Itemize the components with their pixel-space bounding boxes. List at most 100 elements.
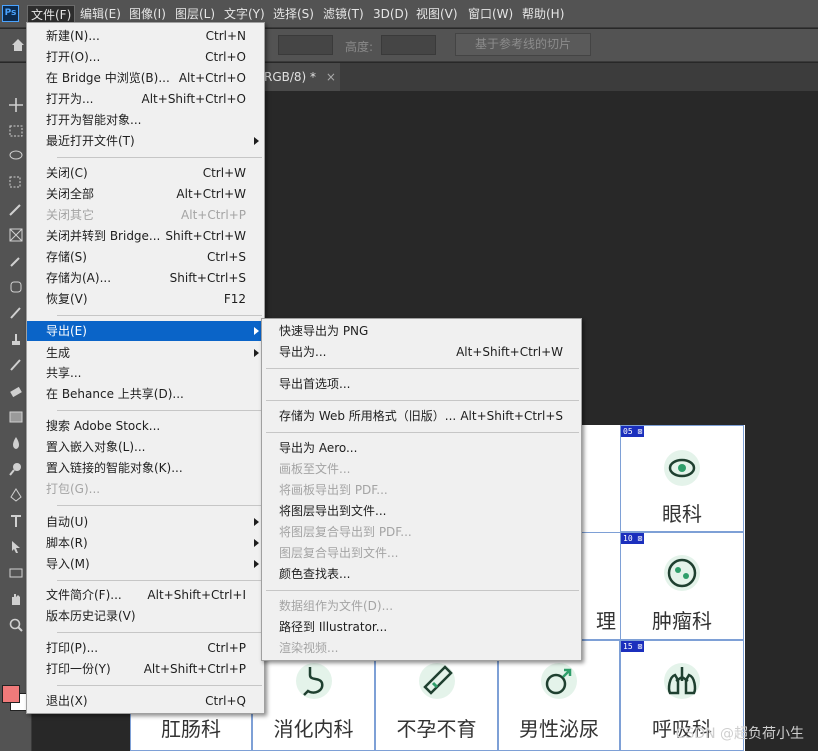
menu-item-recent-files[interactable]: 最近打开文件(T) [27, 131, 264, 151]
slices-from-guides-button[interactable]: 基于参考线的切片 [455, 33, 591, 56]
frame-tool-icon[interactable] [6, 225, 26, 245]
menu-item-save[interactable]: 存储(S) Ctrl+S [27, 247, 264, 267]
menu-item-open-smart-object[interactable]: 打开为智能对象... [27, 110, 264, 130]
hand-tool-icon[interactable] [6, 589, 26, 609]
menu-edit[interactable]: 编辑(E) [77, 5, 124, 23]
menu-item-artboards-to-pdf[interactable]: 将画板导出到 PDF... [262, 480, 581, 500]
menu-type[interactable]: 文字(Y) [221, 5, 268, 23]
menu-item-data-sets-as-files[interactable]: 数据组作为文件(D)... [262, 596, 581, 616]
menu-item-print-one-copy[interactable]: 打印一份(Y) Alt+Shift+Ctrl+P [27, 659, 264, 679]
menu-item-print[interactable]: 打印(P)... Ctrl+P [27, 638, 264, 658]
eraser-tool-icon[interactable] [6, 381, 26, 401]
menu-image[interactable]: 图像(I) [126, 5, 169, 23]
menu-item-file-info[interactable]: 文件简介(F)... Alt+Shift+Ctrl+I [27, 585, 264, 605]
separator [57, 157, 262, 158]
menu-item-layer-comps-to-pdf[interactable]: 将图层复合导出到 PDF... [262, 522, 581, 542]
menu-item-paths-to-illustrator[interactable]: 路径到 Illustrator... [262, 617, 581, 637]
menu-item-save-for-web[interactable]: 存储为 Web 所用格式（旧版）... Alt+Shift+Ctrl+S [262, 406, 581, 426]
menu-file[interactable]: 文件(F) [27, 5, 76, 23]
menu-item-import[interactable]: 导入(M) [27, 554, 264, 574]
rectangle-tool-icon[interactable] [6, 563, 26, 583]
submenu-arrow-icon [254, 327, 259, 335]
menu-item-render-video[interactable]: 渲染视频... [262, 638, 581, 658]
home-icon[interactable] [10, 37, 26, 53]
menu-item-color-lookup-tables[interactable]: 颜色查找表... [262, 564, 581, 584]
object-select-tool-icon[interactable] [6, 173, 26, 193]
menu-item-layers-to-files[interactable]: 将图层导出到文件... [262, 501, 581, 521]
menu-item-quick-export-png[interactable]: 快速导出为 PNG [262, 321, 581, 341]
watermark: CSDN @超负荷小生 [675, 726, 804, 742]
slice-tool-icon[interactable] [6, 199, 26, 219]
separator [57, 410, 262, 411]
stomach-icon [295, 663, 332, 699]
menu-item-scripts[interactable]: 脚本(R) [27, 533, 264, 553]
cell-label: 男性泌尿 [519, 717, 599, 741]
brush-tool-icon[interactable] [6, 303, 26, 323]
separator [266, 432, 579, 433]
menu-item-share-behance[interactable]: 在 Behance 上共享(D)... [27, 384, 264, 404]
zoom-tool-icon[interactable] [6, 615, 26, 635]
type-tool-icon[interactable] [6, 511, 26, 531]
menu-item-package[interactable]: 打包(G)... [27, 479, 264, 499]
submenu-arrow-icon [254, 518, 259, 526]
menu-select[interactable]: 选择(S) [270, 5, 317, 23]
menu-item-layer-comps-to-files[interactable]: 图层复合导出到文件... [262, 543, 581, 563]
menu-item-close-go-bridge[interactable]: 关闭并转到 Bridge... Shift+Ctrl+W [27, 226, 264, 246]
menu-layer[interactable]: 图层(L) [172, 5, 218, 23]
menu-item-exit[interactable]: 退出(X) Ctrl+Q [27, 691, 264, 711]
separator [57, 505, 262, 506]
menu-item-generate[interactable]: 生成 [27, 343, 264, 363]
menu-item-save-as[interactable]: 存储为(A)... Shift+Ctrl+S [27, 268, 264, 288]
menu-item-share[interactable]: 共享... [27, 363, 264, 383]
marquee-tool-icon[interactable] [6, 121, 26, 141]
cell-label: 不孕不育 [396, 717, 477, 741]
photoshop-logo[interactable]: Ps [2, 5, 19, 22]
stamp-tool-icon[interactable] [6, 329, 26, 349]
dodge-tool-icon[interactable] [6, 459, 26, 479]
menu-item-close[interactable]: 关闭(C) Ctrl+W [27, 163, 264, 183]
menu-filter[interactable]: 滤镜(T) [320, 5, 367, 23]
separator [57, 632, 262, 633]
menu-item-automate[interactable]: 自动(U) [27, 512, 264, 532]
menu-item-version-history[interactable]: 版本历史记录(V) [27, 606, 264, 626]
document-tab-label: RGB/8) * [264, 70, 317, 84]
gradient-tool-icon[interactable] [6, 407, 26, 427]
menu-item-export-preferences[interactable]: 导出首选项... [262, 374, 581, 394]
healing-tool-icon[interactable] [6, 277, 26, 297]
menu-item-close-others[interactable]: 关闭其它 Alt+Ctrl+P [27, 205, 264, 225]
path-select-tool-icon[interactable] [6, 537, 26, 557]
height-input[interactable] [381, 35, 436, 55]
test-strip-icon [418, 663, 455, 699]
menu-item-export-as[interactable]: 导出为... Alt+Shift+Ctrl+W [262, 342, 581, 362]
menu-help[interactable]: 帮助(H) [519, 5, 567, 23]
pen-tool-icon[interactable] [6, 485, 26, 505]
foreground-color-swatch[interactable] [2, 685, 20, 703]
menu-item-close-all[interactable]: 关闭全部 Alt+Ctrl+W [27, 184, 264, 204]
move-tool-icon[interactable] [6, 95, 26, 115]
lasso-tool-icon[interactable] [6, 147, 26, 167]
cell-badge: 05 ⊠ [621, 426, 645, 437]
menu-view[interactable]: 视图(V) [413, 5, 461, 23]
menu-item-export[interactable]: 导出(E) [27, 321, 264, 341]
menu-item-new[interactable]: 新建(N)... Ctrl+N [27, 26, 264, 46]
menu-item-open-as[interactable]: 打开为... Alt+Shift+Ctrl+O [27, 89, 264, 109]
menu-item-export-aero[interactable]: 导出为 Aero... [262, 438, 581, 458]
eyedropper-tool-icon[interactable] [6, 251, 26, 271]
menu-item-open[interactable]: 打开(O)... Ctrl+O [27, 47, 264, 67]
width-input[interactable] [278, 35, 333, 55]
blur-tool-icon[interactable] [6, 433, 26, 453]
cell-label: 消化内科 [273, 717, 354, 741]
separator [266, 368, 579, 369]
menu-item-place-linked[interactable]: 置入链接的智能对象(K)... [27, 458, 264, 478]
cell-badge: 15 ⊠ [621, 641, 645, 652]
document-tab[interactable]: RGB/8) * × [258, 63, 340, 91]
menu-window[interactable]: 窗口(W) [465, 5, 516, 23]
history-brush-tool-icon[interactable] [6, 355, 26, 375]
menu-item-place-embedded[interactable]: 置入嵌入对象(L)... [27, 437, 264, 457]
menu-3d[interactable]: 3D(D) [370, 5, 411, 23]
close-tab-icon[interactable]: × [326, 70, 336, 84]
menu-item-revert[interactable]: 恢复(V) F12 [27, 289, 264, 309]
menu-item-browse-bridge[interactable]: 在 Bridge 中浏览(B)... Alt+Ctrl+O [27, 68, 264, 88]
menu-item-artboards-to-files[interactable]: 画板至文件... [262, 459, 581, 479]
menu-item-search-adobe-stock[interactable]: 搜索 Adobe Stock... [27, 416, 264, 436]
